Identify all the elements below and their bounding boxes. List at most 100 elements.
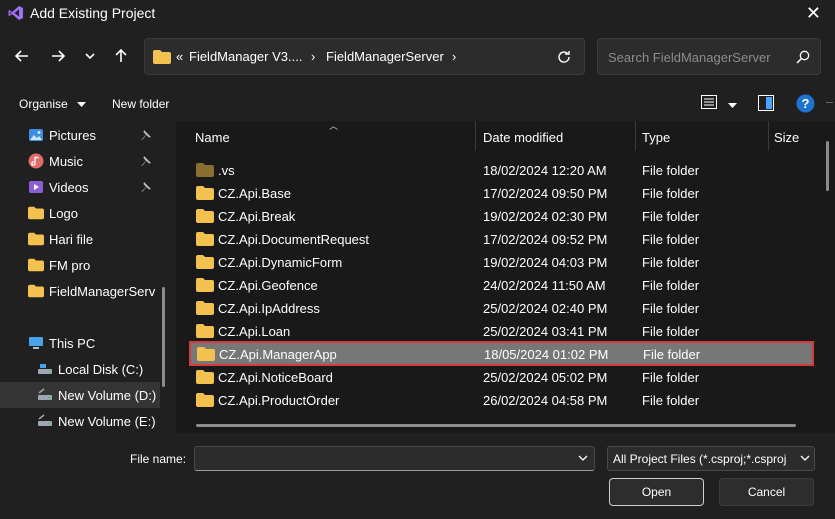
breadcrumb-item[interactable]: FieldManagerServer (326, 49, 444, 64)
forward-button[interactable] (46, 44, 70, 68)
file-type: File folder (642, 232, 700, 247)
sidebar-item-new-volume-d[interactable]: New Volume (D:) (0, 382, 160, 408)
file-type: File folder (642, 255, 700, 270)
sidebar-item-fieldmanagerserver[interactable]: FieldManagerServ (0, 278, 160, 304)
file-type-value: All Project Files (*.csproj;*.csproj (613, 452, 787, 466)
column-header-date[interactable]: Date modified (483, 130, 563, 145)
sidebar-item-fm-pro[interactable]: FM pro (0, 252, 160, 278)
folder-icon (28, 284, 44, 298)
sidebar-item-this-pc[interactable]: This PC (0, 330, 160, 356)
sidebar-item-label: Music (49, 154, 83, 169)
chevron-down-icon (85, 53, 95, 60)
folder-icon (196, 163, 214, 177)
breadcrumb-item[interactable]: FieldManager V3.... (189, 49, 302, 64)
help-button[interactable]: ? (796, 94, 815, 116)
file-row[interactable]: CZ.Api.Break 19/02/2024 02:30 PM File fold… (190, 205, 815, 228)
breadcrumb-separator[interactable]: › (452, 49, 456, 64)
file-date-modified: 17/02/2024 09:50 PM (483, 186, 608, 201)
chevron-down-icon (800, 453, 810, 463)
close-icon[interactable]: ✕ (806, 3, 821, 24)
folder-icon (196, 370, 214, 384)
pin-icon (141, 182, 151, 192)
file-name: CZ.Api.Base (218, 186, 291, 201)
up-button[interactable] (109, 44, 133, 68)
file-date-modified: 25/02/2024 05:02 PM (483, 370, 608, 385)
column-header-type[interactable]: Type (642, 130, 670, 145)
recent-locations-button[interactable] (78, 44, 102, 68)
arrow-right-icon (52, 50, 66, 62)
file-row[interactable]: CZ.Api.Loan 25/02/2024 03:41 PM File folde… (190, 320, 815, 343)
address-bar[interactable]: « FieldManager V3.... › FieldManagerServ… (144, 38, 585, 75)
drive-icon (38, 364, 52, 374)
cancel-button[interactable]: Cancel (719, 478, 814, 506)
navigation-bar: « FieldManager V3.... › FieldManagerServ… (0, 34, 835, 80)
file-date-modified: 19/02/2024 04:03 PM (483, 255, 608, 270)
sidebar-item-pictures[interactable]: Pictures (0, 122, 160, 148)
arrow-up-icon (115, 48, 127, 62)
horizontal-scrollbar[interactable] (196, 424, 796, 427)
sidebar-item-new-volume-e[interactable]: New Volume (E:) (0, 408, 160, 433)
file-row[interactable]: CZ.Api.ManagerApp 18/05/2024 01:02 PM File… (189, 341, 814, 366)
organise-label: Organise (19, 97, 68, 111)
file-type: File folder (642, 301, 700, 316)
file-row[interactable]: .vs 18/02/2024 12:20 AM File folder (190, 159, 815, 182)
file-name-input[interactable] (199, 449, 569, 468)
file-name: CZ.Api.IpAddress (218, 301, 320, 316)
file-name: CZ.Api.DocumentRequest (218, 232, 370, 247)
column-divider[interactable] (475, 121, 476, 151)
file-name: .vs (218, 163, 235, 178)
file-row[interactable]: CZ.Api.DocumentRequest 17/02/2024 09:52 P… (190, 228, 815, 251)
file-name: CZ.Api.DynamicForm (218, 255, 343, 270)
sidebar-item-label: New Volume (D:) (58, 388, 157, 403)
sidebar-item-label: Videos (49, 180, 89, 195)
file-row[interactable]: CZ.Api.ProductOrder 26/02/2024 04:58 PM Fi… (190, 389, 815, 412)
command-bar: Organise New folder ? (0, 88, 835, 120)
organise-button[interactable]: Organise (19, 97, 87, 111)
file-list: ︿ Name Date modified Type Size .vs 18/02/… (176, 121, 835, 433)
folder-icon (28, 206, 44, 220)
sidebar-scrollbar[interactable] (162, 287, 165, 387)
file-row[interactable]: CZ.Api.IpAddress 25/02/2024 02:40 PM File … (190, 297, 815, 320)
chevron-down-icon[interactable] (578, 453, 588, 463)
view-options-button[interactable] (701, 95, 738, 112)
file-list-scrollbar[interactable] (826, 141, 829, 191)
file-name: CZ.Api.NoticeBoard (218, 370, 333, 385)
folder-icon (196, 393, 214, 407)
column-divider[interactable] (768, 121, 769, 151)
file-row[interactable]: CZ.Api.DynamicForm 19/02/2024 04:03 PM Fil… (190, 251, 815, 274)
back-button[interactable] (10, 44, 34, 68)
folder-icon (196, 209, 214, 223)
breadcrumb-separator[interactable]: › (311, 49, 315, 64)
open-button[interactable]: Open (609, 478, 704, 506)
file-row[interactable]: CZ.Api.Geofence 24/02/2024 11:50 AM File f… (190, 274, 815, 297)
file-type-select[interactable]: All Project Files (*.csproj;*.csproj (607, 446, 815, 471)
sort-ascending-icon: ︿ (329, 121, 339, 131)
sidebar-item-videos[interactable]: Videos (0, 174, 160, 200)
sidebar-item-label: This PC (49, 336, 96, 351)
help-icon: ? (796, 94, 815, 113)
preview-pane-button[interactable] (758, 95, 774, 114)
file-name: CZ.Api.Break (218, 209, 296, 224)
column-header-name[interactable]: Name (195, 130, 230, 145)
file-name-field[interactable] (194, 446, 595, 471)
file-date-modified: 18/02/2024 12:20 AM (483, 163, 607, 178)
title-bar: Add Existing Project ✕ (0, 0, 835, 26)
search-input[interactable]: Search FieldManagerServer (597, 38, 821, 75)
sidebar-item-logo[interactable]: Logo (0, 200, 160, 226)
file-row[interactable]: CZ.Api.NoticeBoard 25/02/2024 05:02 PM Fil… (190, 366, 815, 389)
column-divider[interactable] (635, 121, 636, 151)
file-name-label: File name: (130, 452, 187, 466)
breadcrumb-overflow[interactable]: « (176, 49, 183, 64)
sidebar-item-music[interactable]: Music (0, 148, 160, 174)
refresh-icon[interactable] (556, 49, 572, 65)
file-type: File folder (642, 370, 700, 385)
file-type: File folder (642, 278, 700, 293)
sidebar-item-local-disk-c[interactable]: Local Disk (C:) (0, 356, 160, 382)
column-header-size[interactable]: Size (774, 130, 799, 145)
sidebar-item-label: New Volume (E:) (58, 414, 156, 429)
caret-down-icon (77, 101, 87, 107)
new-folder-button[interactable]: New folder (112, 97, 169, 111)
sidebar-item-hari-file[interactable]: Hari file (0, 226, 160, 252)
file-row[interactable]: CZ.Api.Base 17/02/2024 09:50 PM File folde… (190, 182, 815, 205)
file-type: File folder (642, 393, 700, 408)
